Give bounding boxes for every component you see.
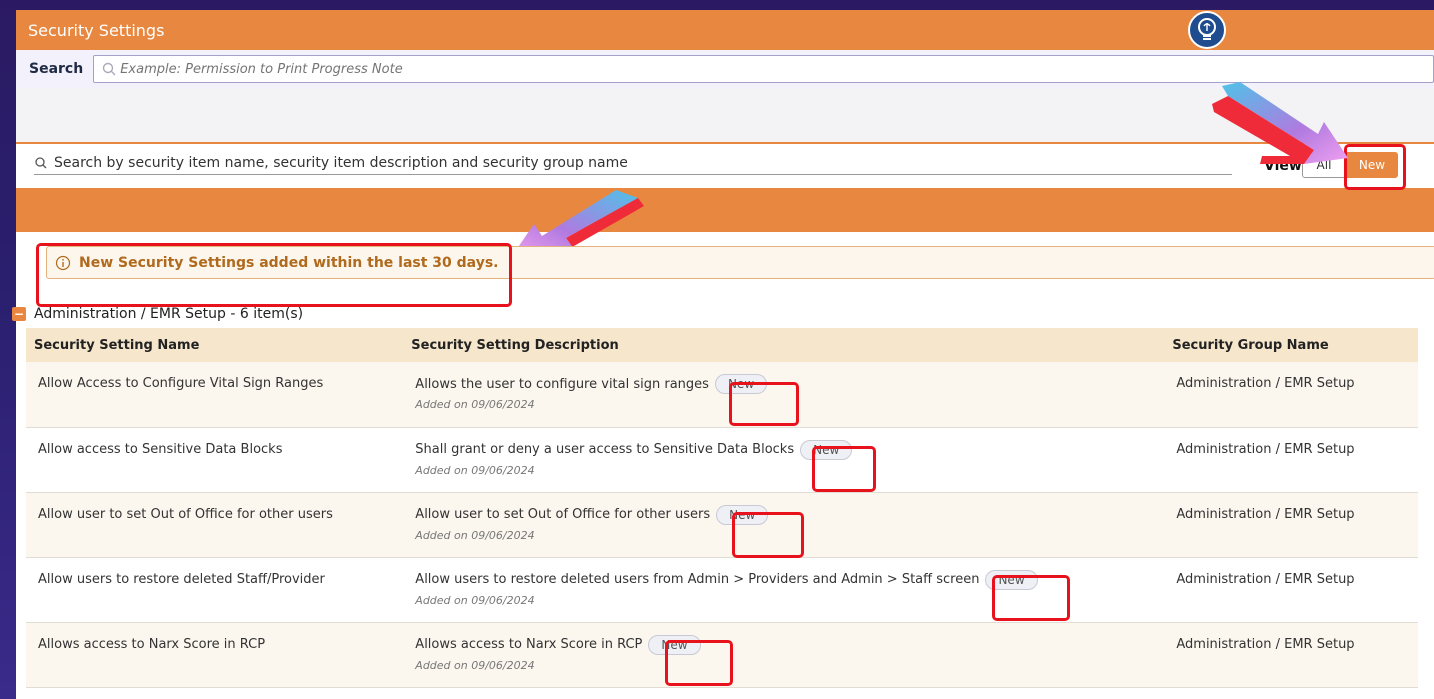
table-row[interactable]: Allow user to set Out of Office for othe… [26,492,1418,557]
highlight-box [812,446,876,492]
setting-name: Allow Access to Configure Vital Sign Ran… [38,376,324,391]
setting-name: Allows access to Narx Score in RCP [38,636,266,652]
setting-name: Allow users to restore deleted Staff/Pro… [38,571,325,587]
setting-name: Allow access to Sensitive Data Blocks [38,441,283,457]
filter-search-field[interactable]: Search by security item name, security i… [34,152,1232,175]
column-header-description[interactable]: Security Setting Description [403,328,1165,362]
setting-group: Administration / EMR Setup [1176,441,1355,457]
setting-description: Allow user to set Out of Office for othe… [415,507,711,522]
group-header[interactable]: − Administration / EMR Setup - 6 item(s) [12,306,303,322]
collapse-icon[interactable]: − [12,307,26,321]
search-icon [35,157,47,169]
setting-description: Allows access to Narx Score in RCP [415,637,643,652]
setting-description: Allows the user to configure vital sign … [415,376,709,392]
top-search-box[interactable] [93,55,1434,83]
table-row[interactable]: Allow users to restore deleted Staff/Pro… [26,557,1418,622]
setting-group: Administration / EMR Setup [1176,506,1355,522]
window-title: Security Settings [28,20,165,40]
top-search-input[interactable] [116,60,923,78]
filter-search-placeholder: Search by security item name, security i… [54,155,628,171]
column-header-group[interactable]: Security Group Name [1164,328,1418,362]
group-title: Administration / EMR Setup - 6 item(s) [34,306,304,322]
search-icon [103,62,116,76]
section-header-bar [16,188,1434,232]
setting-description: Allow users to restore deleted users fro… [415,572,980,587]
lightbulb-icon[interactable] [1188,11,1226,49]
setting-name: Allow user to set Out of Office for othe… [38,506,333,522]
security-settings-table: Security Setting Name Security Setting D… [26,328,1418,688]
search-label: Search [29,61,84,77]
pointer-arrow-icon [1212,82,1348,164]
highlight-box [36,243,512,307]
added-date: Added on 09/06/2024 [415,658,535,672]
highlight-box [729,382,799,426]
highlight-box [665,640,733,686]
column-header-name[interactable]: Security Setting Name [26,328,404,362]
setting-group: Administration / EMR Setup [1176,376,1355,391]
table-row[interactable]: Allow Access to Configure Vital Sign Ran… [26,362,1418,427]
setting-group: Administration / EMR Setup [1176,636,1355,652]
setting-group: Administration / EMR Setup [1176,571,1355,587]
table-row[interactable]: Allow access to Sensitive Data Blocks Sh… [26,427,1418,492]
highlight-box [992,575,1070,621]
added-date: Added on 09/06/2024 [415,463,535,477]
setting-description: Shall grant or deny a user access to Sen… [415,442,795,457]
highlight-box [732,512,804,558]
